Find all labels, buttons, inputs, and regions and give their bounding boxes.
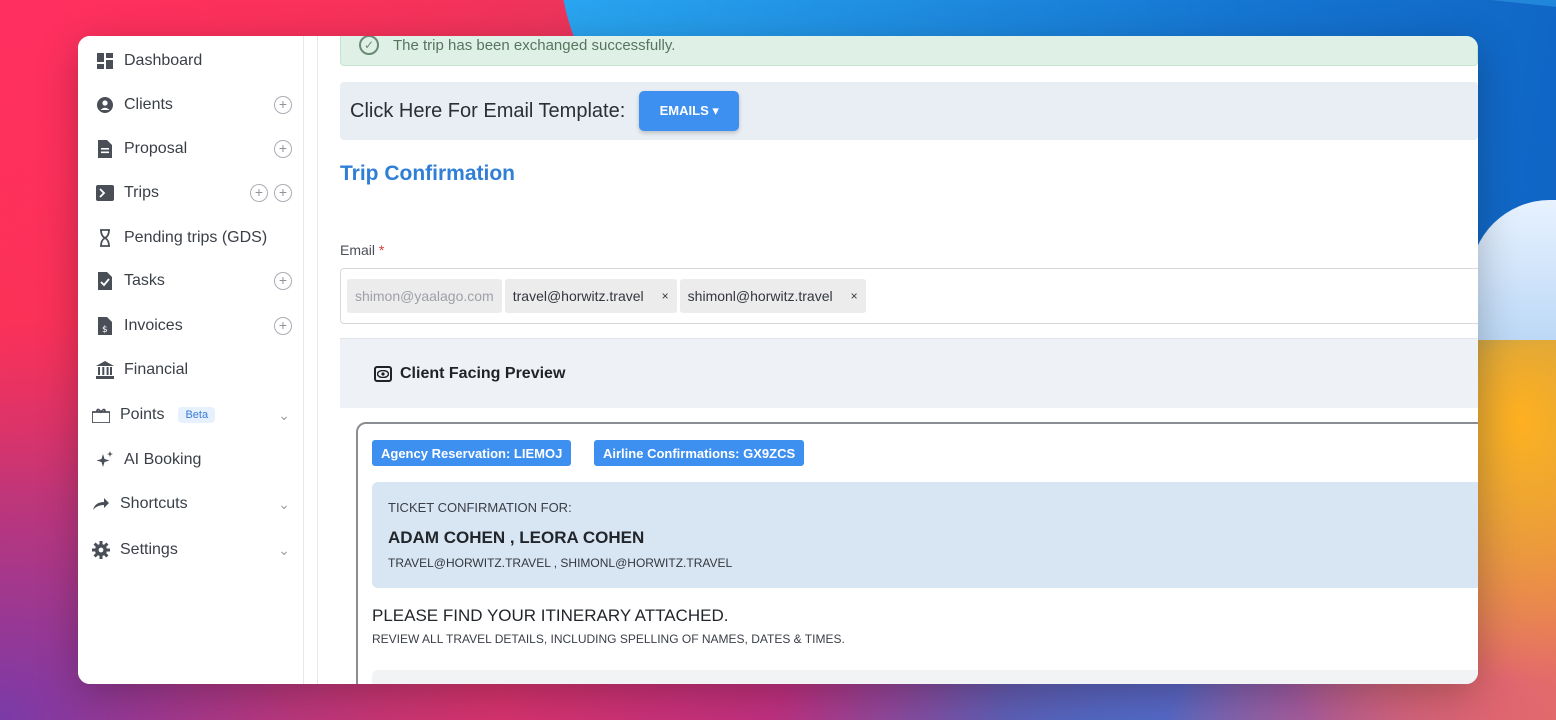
sidebar-item-label: AI Booking	[124, 451, 202, 468]
ticket-confirmation-panel: TICKET CONFIRMATION FOR: ADAM COHEN , LE…	[372, 482, 1478, 588]
sidebar-item-label: Financial	[124, 361, 189, 378]
sidebar-item-clients[interactable]: Clients +	[94, 90, 294, 120]
itinerary-heading: PLEASE FIND YOUR ITINERARY ATTACHED.	[372, 606, 729, 625]
success-alert: ✓ The trip has been exchanged successful…	[340, 36, 1478, 66]
document-icon	[94, 138, 116, 160]
add-trip-alt-button[interactable]: +	[274, 184, 292, 202]
email-template-bar: Click Here For Email Template: EMAILS ▾	[340, 82, 1478, 140]
gear-icon	[90, 539, 112, 561]
ticket-label: TICKET CONFIRMATION FOR:	[388, 500, 572, 515]
sidebar-item-trips[interactable]: Trips + +	[94, 178, 294, 208]
sidebar-item-label: Tasks	[124, 272, 165, 289]
page-title: Trip Confirmation	[340, 162, 515, 185]
success-alert-text: The trip has been exchanged successfully…	[393, 36, 676, 54]
sidebar-item-dashboard[interactable]: Dashboard	[94, 46, 294, 76]
email-chip-text: travel@horwitz.travel	[512, 288, 644, 304]
sidebar-divider	[304, 36, 318, 684]
airline-confirmation-badge: Airline Confirmations: GX9ZCS	[594, 440, 805, 466]
hourglass-icon	[94, 227, 116, 249]
task-icon	[94, 270, 116, 292]
sidebar-item-proposal[interactable]: Proposal +	[94, 134, 294, 164]
sidebar-item-label: Invoices	[124, 317, 183, 334]
sidebar-item-label: Clients	[124, 96, 173, 113]
add-trip-button[interactable]: +	[250, 184, 268, 202]
chevron-down-icon[interactable]: ⌄	[278, 496, 290, 513]
email-chip-text: shimonl@horwitz.travel	[687, 288, 833, 304]
sidebar-item-financial[interactable]: Financial	[94, 355, 294, 385]
sidebar-item-settings[interactable]: Settings ⌄	[90, 535, 290, 565]
add-client-button[interactable]: +	[274, 96, 292, 114]
app-window: Dashboard Clients + Proposal + Trips + +	[78, 36, 1478, 684]
passenger-emails: TRAVEL@HORWITZ.TRAVEL , SHIMONL@HORWITZ.…	[388, 556, 733, 570]
sidebar-item-pending-trips[interactable]: Pending trips (GDS)	[94, 223, 294, 253]
email-chip: shimon@yaalago.com	[347, 279, 502, 313]
svg-text:$: $	[102, 325, 108, 335]
email-chip[interactable]: shimonl@horwitz.travel ×	[679, 279, 866, 313]
dashboard-icon	[94, 50, 116, 72]
email-recipients-input[interactable]: shimon@yaalago.com travel@horwitz.travel…	[340, 268, 1478, 324]
sidebar-item-label: Points	[120, 406, 165, 423]
sidebar-item-label: Pending trips (GDS)	[124, 229, 268, 246]
email-chip-text: shimon@yaalago.com	[355, 288, 494, 304]
remove-chip-icon[interactable]: ×	[851, 289, 858, 303]
chevron-down-icon[interactable]: ⌄	[278, 542, 290, 559]
email-label-text: Email	[340, 242, 376, 258]
email-field-label: Email *	[340, 242, 384, 258]
sidebar-item-label: Dashboard	[124, 52, 203, 69]
share-icon	[90, 493, 112, 515]
agency-reservation-badge: Agency Reservation: LIEMOJ	[372, 440, 572, 466]
sidebar: Dashboard Clients + Proposal + Trips + +	[78, 36, 304, 684]
terminal-icon	[94, 182, 116, 204]
clients-icon	[94, 94, 116, 116]
client-preview-title: Client Facing Preview	[400, 364, 566, 382]
sidebar-item-shortcuts[interactable]: Shortcuts ⌄	[90, 489, 290, 519]
passenger-names: ADAM COHEN , LEORA COHEN	[388, 528, 645, 547]
check-circle-icon: ✓	[359, 36, 379, 55]
itinerary-subtext: REVIEW ALL TRAVEL DETAILS, INCLUDING SPE…	[372, 632, 845, 646]
email-template-label: Click Here For Email Template:	[350, 99, 626, 122]
next-section-strip	[372, 670, 1478, 684]
email-chip[interactable]: travel@horwitz.travel ×	[504, 279, 677, 313]
beta-badge: Beta	[178, 407, 216, 423]
sparkle-icon	[94, 449, 116, 471]
eye-icon	[374, 365, 392, 382]
add-proposal-button[interactable]: +	[274, 140, 292, 158]
client-preview-header: Client Facing Preview	[340, 338, 1478, 408]
required-marker: *	[378, 242, 385, 258]
bank-icon	[94, 359, 116, 381]
main-content: ✓ The trip has been exchanged successful…	[340, 36, 1478, 684]
sidebar-item-points[interactable]: Points Beta ⌄	[90, 400, 290, 430]
emails-dropdown-button[interactable]: EMAILS ▾	[639, 91, 740, 131]
chevron-down-icon[interactable]: ⌄	[278, 407, 290, 424]
sidebar-item-label: Proposal	[124, 140, 188, 157]
invoice-icon: $	[94, 315, 116, 337]
sidebar-item-ai-booking[interactable]: AI Booking	[94, 445, 294, 475]
sidebar-item-label: Trips	[124, 184, 159, 201]
sidebar-item-label: Settings	[120, 541, 178, 558]
add-task-button[interactable]: +	[274, 272, 292, 290]
points-icon	[90, 404, 112, 426]
client-preview-box: Agency Reservation: LIEMOJ Airline Confi…	[356, 422, 1478, 684]
sidebar-item-invoices[interactable]: $ Invoices +	[94, 311, 294, 341]
sidebar-item-label: Shortcuts	[120, 495, 188, 512]
remove-chip-icon[interactable]: ×	[662, 289, 669, 303]
sidebar-item-tasks[interactable]: Tasks +	[94, 266, 294, 296]
add-invoice-button[interactable]: +	[274, 317, 292, 335]
